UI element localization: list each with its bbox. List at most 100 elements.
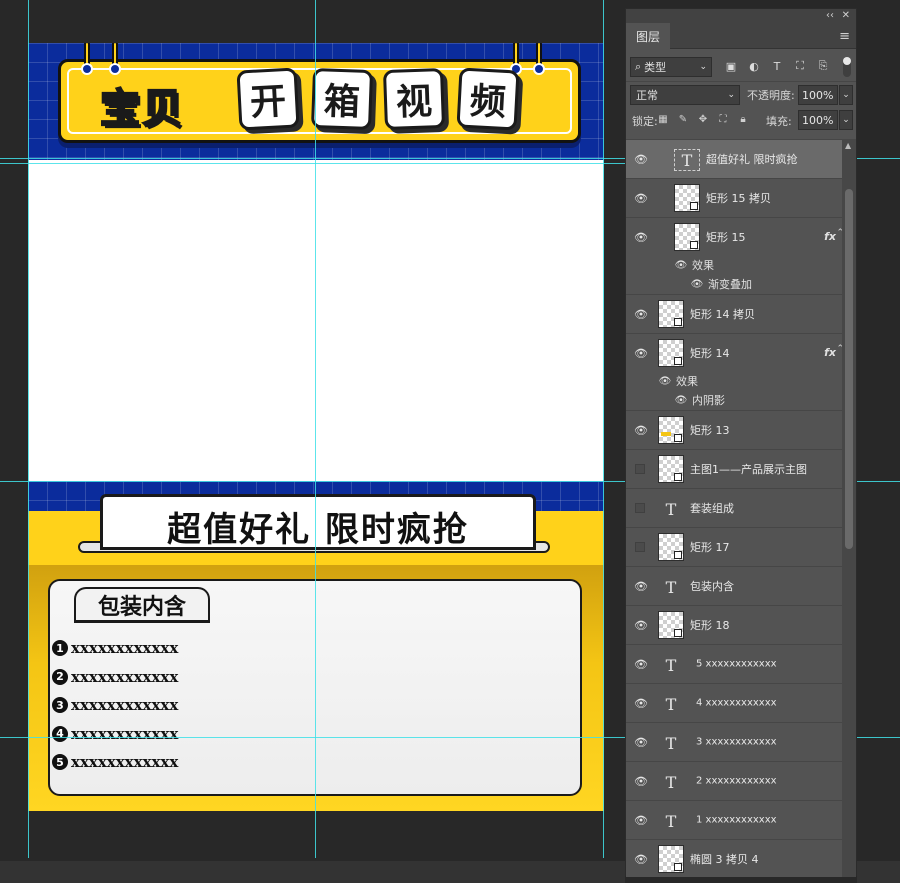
layer-row[interactable]: 👁︎ T 4 xxxxxxxxxxxx — [626, 683, 842, 722]
smart-object-filter-icon[interactable]: ⎘ — [816, 59, 830, 73]
guide-horizontal-1-right[interactable] — [857, 158, 900, 159]
layer-row[interactable]: 👁︎ T 2 xxxxxxxxxxxx — [626, 761, 842, 800]
visibility-off-checkbox[interactable] — [635, 464, 645, 474]
guide-vertical-left[interactable] — [28, 0, 29, 858]
image-filter-icon[interactable]: ▣ — [724, 59, 738, 73]
eye-icon[interactable]: 👁︎ — [634, 579, 648, 593]
eye-icon[interactable]: 👁︎ — [634, 618, 648, 632]
lock-artboard-icon[interactable]: ⛶ — [716, 112, 730, 126]
layer-effect-row[interactable]: 👁︎ 渐变叠加 — [626, 275, 842, 294]
layer-effects-fx-icon[interactable]: fx — [824, 230, 836, 243]
layer-name: 5 xxxxxxxxxxxx — [696, 658, 777, 670]
opacity-input[interactable]: 100% — [798, 85, 838, 105]
panel-menu-icon[interactable]: ≡ — [839, 29, 850, 44]
layer-list-scrollbar[interactable]: ▲ — [842, 139, 856, 877]
layer-row[interactable]: 👁︎ T 包装内含 — [626, 566, 842, 605]
text-layer-icon: T — [665, 694, 677, 714]
layer-row[interactable]: 👁︎ T 5 xxxxxxxxxxxx — [626, 644, 842, 683]
lock-position-move-icon[interactable]: ✥ — [696, 112, 710, 126]
eye-icon[interactable]: 👁︎ — [634, 423, 648, 437]
layer-row[interactable]: 👁︎ T 3 xxxxxxxxxxxx — [626, 722, 842, 761]
layer-row[interactable]: 矩形 17 — [626, 527, 842, 566]
chevron-down-icon: ⌄ — [727, 90, 735, 100]
guide-horizontal-4[interactable] — [0, 737, 625, 738]
fill-dropdown-chevron-icon[interactable]: ⌄ — [839, 110, 853, 130]
eye-icon[interactable]: 👁︎ — [690, 278, 704, 292]
layer-name: 2 xxxxxxxxxxxx — [696, 775, 777, 787]
eye-icon[interactable]: 👁︎ — [634, 696, 648, 710]
title-char-box-4: 频 — [456, 67, 520, 131]
guide-vertical-center[interactable] — [315, 0, 316, 858]
product-image-area[interactable] — [28, 160, 604, 481]
layer-name: 矩形 17 — [690, 541, 730, 554]
eye-icon[interactable]: 👁︎ — [674, 394, 688, 408]
filter-toggle-switch[interactable] — [843, 57, 851, 77]
layer-effects-fx-icon[interactable]: fx — [824, 346, 836, 359]
effect-label: 效果 — [676, 375, 698, 388]
layer-row[interactable]: 👁︎ 矩形 14 fx ⌃ — [626, 333, 842, 372]
blend-row: 正常 ⌄ 不透明度: 100% ⌄ — [626, 81, 856, 107]
list-item: 3 xxxxxxxxxxxx — [52, 691, 178, 720]
visibility-off-checkbox[interactable] — [635, 503, 645, 513]
eye-icon[interactable]: 👁︎ — [674, 259, 688, 273]
eye-icon[interactable]: 👁︎ — [634, 657, 648, 671]
layer-thumbnail — [658, 611, 684, 639]
smart-object-badge-icon — [690, 241, 698, 249]
guide-horizontal-1[interactable] — [0, 158, 625, 159]
close-icon[interactable]: ✕ — [842, 9, 850, 23]
type-filter-icon[interactable]: T — [770, 59, 784, 73]
adjustment-filter-icon[interactable]: ◐ — [747, 59, 761, 73]
scroll-up-icon[interactable]: ▲ — [845, 141, 851, 150]
layer-row[interactable]: 主图1——产品展示主图 — [626, 449, 842, 488]
layer-row[interactable]: 👁︎ 椭圆 3 拷贝 4 — [626, 839, 842, 877]
eye-icon[interactable]: 👁︎ — [658, 375, 672, 389]
lock-all-icon[interactable]: 🔒︎ — [736, 112, 750, 126]
layer-thumbnail — [658, 416, 684, 444]
scrollbar-thumb[interactable] — [845, 189, 853, 549]
layer-row[interactable]: 👁︎ 矩形 15 拷贝 — [626, 178, 842, 217]
eye-icon[interactable]: 👁︎ — [634, 813, 648, 827]
eye-icon[interactable]: 👁︎ — [634, 852, 648, 866]
blend-mode-select[interactable]: 正常 ⌄ — [630, 85, 740, 105]
layer-row[interactable]: 👁︎ T 1 xxxxxxxxxxxx — [626, 800, 842, 839]
eye-icon[interactable]: 👁︎ — [634, 191, 648, 205]
number-badge: 2 — [52, 668, 68, 685]
layer-row[interactable]: T 套装组成 — [626, 488, 842, 527]
panel-title-bar[interactable]: ‹‹ ✕ — [626, 9, 856, 23]
layer-effect-row[interactable]: 👁︎ 效果 — [626, 256, 842, 275]
eye-icon[interactable]: 👁︎ — [634, 230, 648, 244]
layer-thumbnail — [658, 533, 684, 561]
guide-horizontal-2[interactable] — [0, 163, 625, 164]
collapse-panel-icon[interactable]: ‹‹ — [826, 9, 834, 23]
layer-effect-row[interactable]: 👁︎ 内阴影 — [626, 391, 842, 410]
lock-pixels-brush-icon[interactable]: ✎ — [676, 112, 690, 126]
eye-icon[interactable]: 👁︎ — [634, 735, 648, 749]
layer-effect-row[interactable]: 👁︎ 效果 — [626, 372, 842, 391]
guide-horizontal-3[interactable] — [0, 481, 625, 482]
fill-input[interactable]: 100% — [798, 110, 838, 130]
layer-name: 矩形 14 — [690, 347, 730, 360]
effect-label: 效果 — [692, 259, 714, 272]
lock-transparency-icon[interactable]: ▦ — [656, 112, 670, 126]
eye-icon[interactable]: 👁︎ — [634, 152, 648, 166]
eye-icon[interactable]: 👁︎ — [634, 307, 648, 321]
layer-row[interactable]: 👁︎ 矩形 13 — [626, 410, 842, 449]
guide-horizontal-3-right[interactable] — [857, 481, 900, 482]
layer-row[interactable]: 👁︎ T 超值好礼 限时疯抢 — [626, 139, 842, 178]
opacity-dropdown-chevron-icon[interactable]: ⌄ — [839, 85, 853, 105]
canvas-bottom-scroll[interactable] — [0, 861, 625, 883]
layer-name: 矩形 18 — [690, 619, 730, 632]
eye-icon[interactable]: 👁︎ — [634, 346, 648, 360]
layer-row[interactable]: 👁︎ 矩形 14 拷贝 — [626, 294, 842, 333]
guide-horizontal-4-right[interactable] — [857, 737, 900, 738]
visibility-off-checkbox[interactable] — [635, 542, 645, 552]
layer-name: 4 xxxxxxxxxxxx — [696, 697, 777, 709]
layer-row[interactable]: 👁︎ 矩形 15 fx ⌃ — [626, 217, 842, 256]
eye-icon[interactable]: 👁︎ — [634, 774, 648, 788]
filter-kind-select[interactable]: ⌕ 类型 ⌄ — [630, 57, 712, 77]
guide-vertical-right[interactable] — [603, 0, 604, 858]
shape-filter-icon[interactable]: ⛶ — [793, 59, 807, 73]
smart-object-badge-icon — [674, 434, 682, 442]
tab-layers[interactable]: 图层 — [626, 23, 670, 49]
layer-row[interactable]: 👁︎ 矩形 18 — [626, 605, 842, 644]
